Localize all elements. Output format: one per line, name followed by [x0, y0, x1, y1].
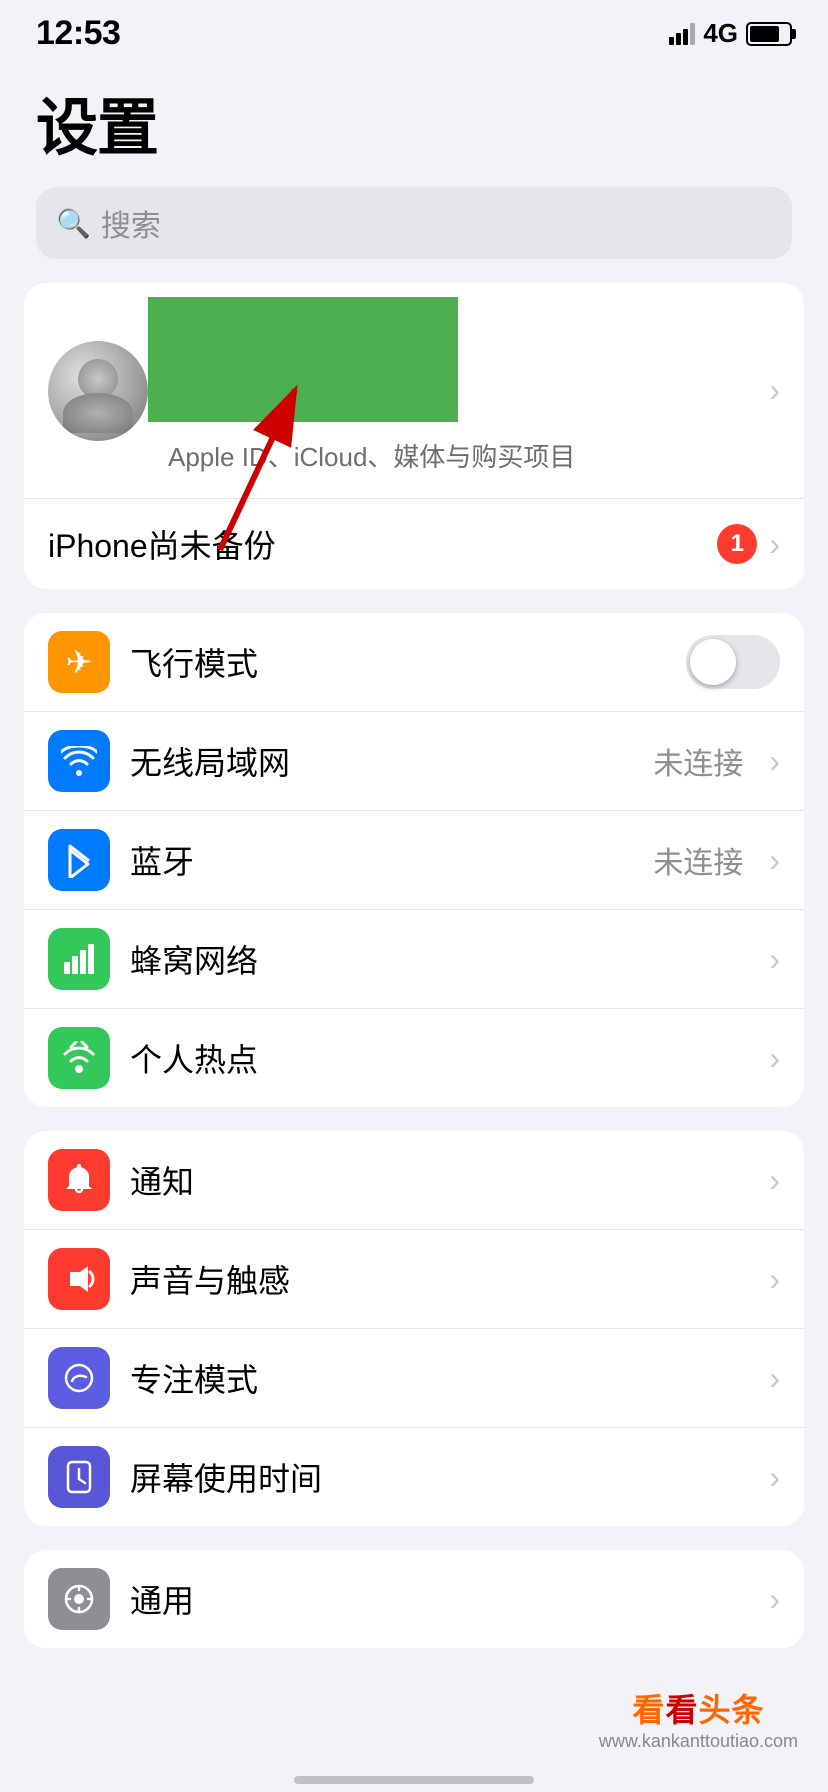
row-focus-label: 专注模式: [130, 1355, 749, 1401]
status-time: 12:53: [36, 14, 120, 53]
watermark-text2: 看: [665, 1692, 698, 1728]
notifications-chevron: ›: [769, 1162, 780, 1199]
search-placeholder: 搜索: [101, 201, 161, 245]
battery: [746, 22, 792, 46]
profile-subtitle: Apple ID、iCloud、媒体与购买项目: [168, 437, 769, 474]
profile-info: Apple ID、iCloud、媒体与购买项目: [148, 307, 769, 474]
row-cellular[interactable]: 蜂窝网络 ›: [24, 910, 804, 1009]
battery-fill: [750, 26, 779, 42]
backup-row[interactable]: iPhone尚未备份 1 ›: [24, 499, 804, 589]
home-indicator: [294, 1776, 534, 1784]
row-wifi-label: 无线局域网: [130, 738, 633, 784]
row-bluetooth-label: 蓝牙: [130, 837, 633, 883]
row-notifications[interactable]: 通知 ›: [24, 1131, 804, 1230]
wifi-chevron: ›: [769, 743, 780, 780]
search-icon: 🔍: [56, 207, 91, 240]
status-bar: 12:53 4G: [0, 0, 828, 61]
backup-right: 1 ›: [717, 524, 780, 564]
network-section: ✈ 飞行模式 无线局域网 未连接 › 蓝牙 未连接 ›: [24, 613, 804, 1107]
avatar: [48, 341, 148, 441]
watermark-url: www.kankanttoutiao.com: [599, 1731, 798, 1752]
cellular-icon: [48, 928, 110, 990]
watermark: 看看头条 www.kankanttoutiao.com: [599, 1685, 798, 1752]
bluetooth-chevron: ›: [769, 842, 780, 879]
row-general-label: 通用: [130, 1576, 749, 1622]
row-sounds-label: 声音与触感: [130, 1256, 749, 1302]
status-icons: 4G: [669, 18, 792, 49]
hotspot-icon: [48, 1027, 110, 1089]
backup-label: iPhone尚未备份: [48, 521, 276, 567]
profile-card: Apple ID、iCloud、媒体与购买项目 › iPhone尚未备份 1 ›: [24, 283, 804, 589]
row-airplane[interactable]: ✈ 飞行模式: [24, 613, 804, 712]
row-wifi[interactable]: 无线局域网 未连接 ›: [24, 712, 804, 811]
search-bar[interactable]: 🔍 搜索: [36, 187, 792, 259]
row-notifications-label: 通知: [130, 1157, 749, 1203]
battery-icon: [746, 22, 792, 46]
airplane-icon: ✈: [48, 631, 110, 693]
profile-row[interactable]: Apple ID、iCloud、媒体与购买项目 ›: [24, 283, 804, 499]
wifi-icon: [48, 730, 110, 792]
row-sounds[interactable]: 声音与触感 ›: [24, 1230, 804, 1329]
signal-icon: [669, 23, 695, 45]
focus-icon: [48, 1347, 110, 1409]
row-hotspot[interactable]: 个人热点 ›: [24, 1009, 804, 1107]
backup-badge: 1: [717, 524, 757, 564]
green-overlay: [148, 297, 458, 422]
row-bluetooth[interactable]: 蓝牙 未连接 ›: [24, 811, 804, 910]
network-type: 4G: [703, 18, 738, 49]
row-airplane-label: 飞行模式: [130, 639, 666, 685]
cellular-chevron: ›: [769, 941, 780, 978]
watermark-text3: 头条: [698, 1692, 764, 1728]
watermark-text1: 看: [632, 1692, 665, 1728]
hotspot-chevron: ›: [769, 1040, 780, 1077]
row-wifi-value: 未连接: [653, 739, 743, 783]
screentime-icon: [48, 1446, 110, 1508]
row-focus[interactable]: 专注模式 ›: [24, 1329, 804, 1428]
row-cellular-label: 蜂窝网络: [130, 936, 749, 982]
page-title: 设置: [0, 61, 828, 187]
backup-chevron: ›: [769, 526, 780, 563]
screentime-chevron: ›: [769, 1459, 780, 1496]
general-section: 通用 ›: [24, 1550, 804, 1648]
general-icon: [48, 1568, 110, 1630]
row-bluetooth-value: 未连接: [653, 838, 743, 882]
watermark-brand: 看看头条: [599, 1685, 798, 1731]
row-hotspot-label: 个人热点: [130, 1035, 749, 1081]
search-container: 🔍 搜索: [0, 187, 828, 283]
row-screentime-label: 屏幕使用时间: [130, 1454, 749, 1500]
airplane-toggle[interactable]: [686, 635, 780, 689]
row-general[interactable]: 通用 ›: [24, 1550, 804, 1648]
profile-chevron: ›: [769, 372, 780, 409]
toggle-thumb: [690, 639, 736, 685]
bluetooth-icon: [48, 829, 110, 891]
focus-chevron: ›: [769, 1360, 780, 1397]
row-screentime[interactable]: 屏幕使用时间 ›: [24, 1428, 804, 1526]
notification-section: 通知 › 声音与触感 › 专注模式 ›: [24, 1131, 804, 1526]
notifications-icon: [48, 1149, 110, 1211]
sounds-chevron: ›: [769, 1261, 780, 1298]
general-chevron: ›: [769, 1581, 780, 1618]
sounds-icon: [48, 1248, 110, 1310]
